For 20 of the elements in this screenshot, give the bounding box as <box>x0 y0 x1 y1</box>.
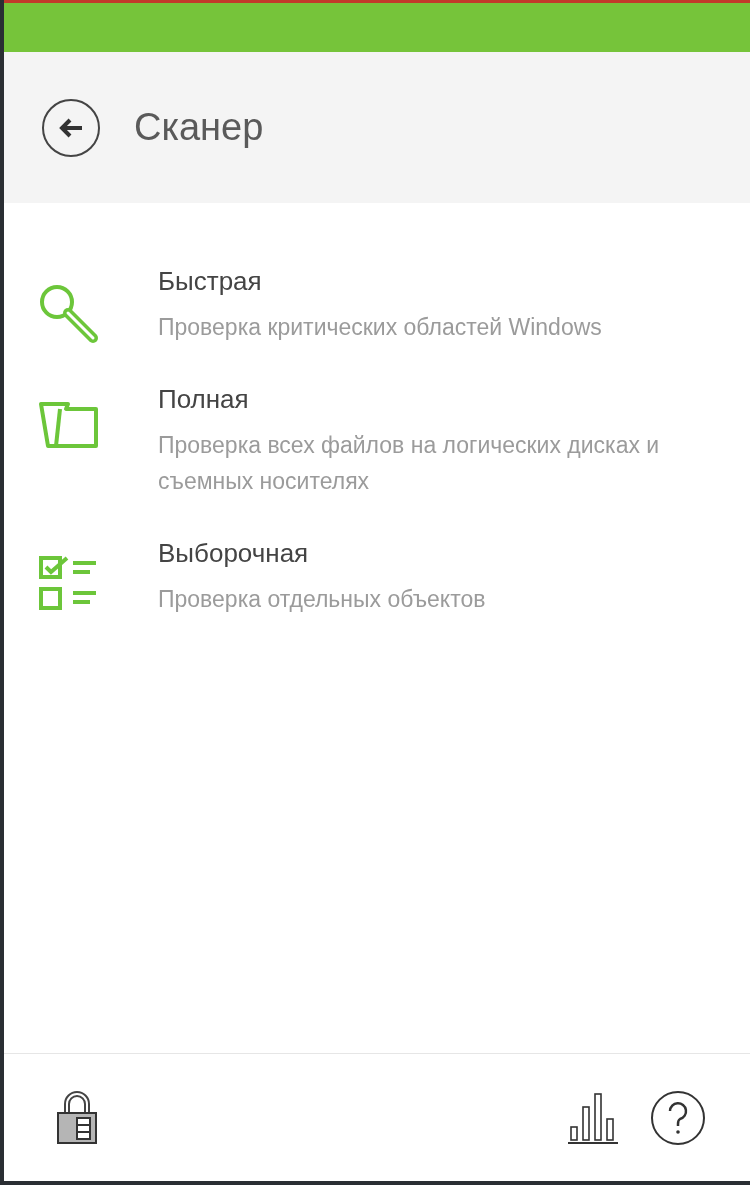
magnifier-icon <box>38 283 100 345</box>
scan-option[interactable]: Выборочная Проверка отдельных объектов <box>4 537 750 617</box>
option-title: Выборочная <box>158 537 310 569</box>
bar-chart-icon <box>568 1091 618 1144</box>
scan-option[interactable]: Полная Проверка всех файлов на логических дисках и съемных носителях <box>4 383 750 499</box>
padlock-icon <box>56 1090 98 1145</box>
option-title: Быстрая <box>158 265 263 297</box>
help-icon <box>650 1089 706 1146</box>
page-title: Сканер <box>134 105 264 150</box>
back-arrow-icon <box>58 116 84 139</box>
scan-option[interactable]: Быстрая Проверка критических областей Windows <box>4 265 750 345</box>
back-button[interactable] <box>42 98 100 157</box>
option-description: Проверка всех файлов на логических дисках и съемных носителях <box>158 431 661 496</box>
help-button[interactable] <box>650 1089 706 1146</box>
option-description: Проверка критических областей Windows <box>158 313 603 342</box>
statistics-button[interactable] <box>568 1091 618 1144</box>
folder-icon <box>38 401 100 449</box>
lock-button[interactable] <box>56 1090 98 1145</box>
option-description: Проверка отдельных объектов <box>158 585 487 614</box>
option-title: Полная <box>158 383 250 415</box>
